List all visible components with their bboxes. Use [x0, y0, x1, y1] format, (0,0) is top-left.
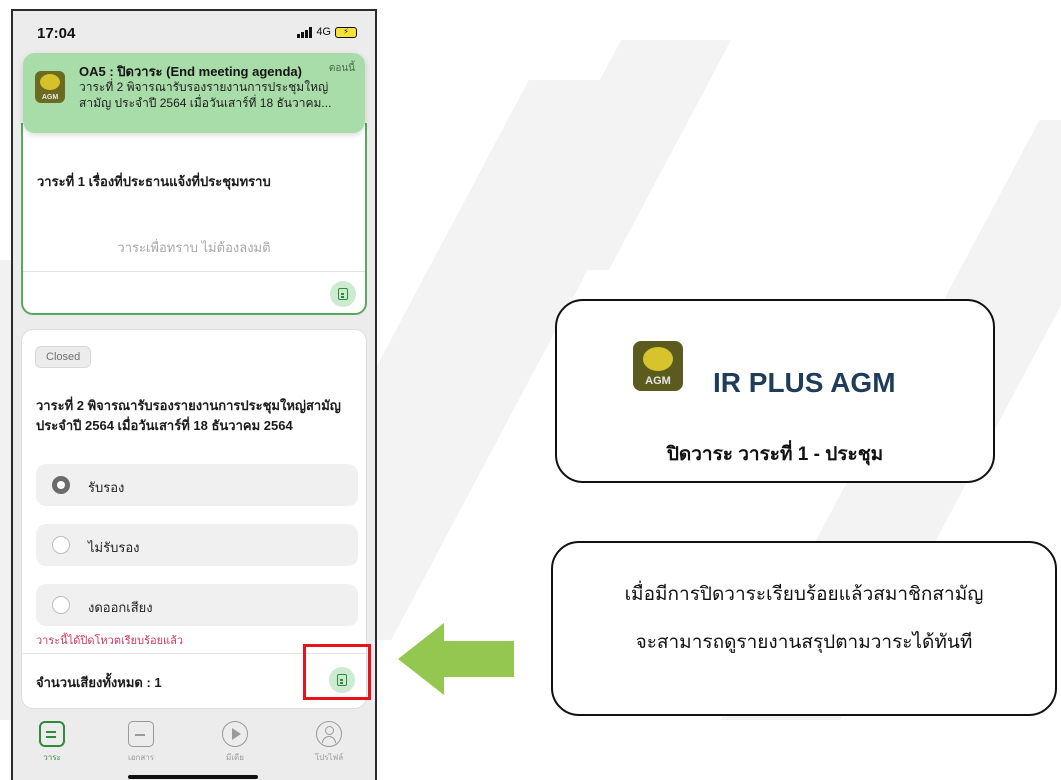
play-icon — [222, 721, 248, 747]
agenda-1-note: วาระเพื่อทราบ ไม่ต้องลงมติ — [117, 240, 271, 255]
notification-time: ตอนนี้ — [328, 63, 355, 74]
info-callout: เมื่อมีการปิดวาระเรียบร้อยแล้วสมาชิกสามั… — [551, 541, 1057, 716]
document-icon — [338, 288, 348, 300]
left-arrow-icon — [398, 623, 514, 695]
home-indicator — [128, 775, 258, 779]
highlight-box — [303, 644, 371, 700]
profile-icon — [316, 721, 342, 747]
slide: 17:04 4G ⚡ วาระที่ 1 เรื่องที่ประธานแจ้ง… — [0, 0, 1061, 780]
agenda-icon — [39, 721, 65, 747]
vote-option-label: งดออกเสียง — [88, 600, 153, 615]
agenda-2-title: วาระที่ 2 พิจารณารับรองรายงานการประชุมให… — [36, 398, 341, 433]
tab-media[interactable]: มีเดีย — [205, 721, 265, 764]
radio-icon[interactable] — [52, 536, 70, 554]
app-logo-text: AGM — [41, 94, 59, 101]
info-line-2: จะสามารถดูรายงานสรุปตามวาระได้ทันที — [635, 632, 973, 653]
radio-icon[interactable] — [52, 596, 70, 614]
status-badge: Closed — [35, 346, 92, 368]
folder-icon — [128, 721, 154, 747]
divider — [23, 271, 365, 272]
status-time: 17:04 — [37, 25, 76, 42]
tab-label: วาระ — [43, 753, 61, 762]
tab-documents[interactable]: เอกสาร — [111, 721, 171, 764]
agenda-1-report-button[interactable] — [330, 281, 356, 307]
vote-option-label: รับรอง — [88, 480, 125, 495]
tab-label: โปรไฟล์ — [314, 753, 344, 762]
agenda-card-1: วาระที่ 1 เรื่องที่ประธานแจ้งที่ประชุมทร… — [21, 123, 367, 315]
emblem-icon — [643, 347, 673, 371]
tab-profile[interactable]: โปรไฟล์ — [299, 721, 359, 764]
info-line-1: เมื่อมีการปิดวาระเรียบร้อยแล้วสมาชิกสามั… — [624, 584, 984, 605]
vote-option-reject[interactable]: ไม่รับรอง — [36, 524, 358, 566]
vote-option-approve[interactable]: รับรอง — [36, 464, 358, 506]
agenda-1-title: วาระที่ 1 เรื่องที่ประธานแจ้งที่ประชุมทร… — [37, 174, 271, 189]
vote-option-label: ไม่รับรอง — [88, 540, 140, 555]
battery-icon: ⚡ — [335, 26, 357, 38]
signal-icon — [297, 26, 313, 38]
tab-bar: วาระ เอกสาร มีเดีย โปรไฟล์ — [13, 711, 375, 780]
app-name: IR PLUS AGM — [713, 367, 896, 398]
app-callout: AGM IR PLUS AGM ปิดวาระ วาระที่ 1 - ประช… — [555, 299, 995, 483]
tab-label: เอกสาร — [127, 753, 155, 762]
notification-body: วาระที่ 2 พิจารณารับรองรายงานการประชุมให… — [79, 80, 332, 110]
arrow-shaft — [440, 641, 514, 677]
network-type: 4G — [316, 26, 331, 38]
app-logo-icon: AGM — [35, 71, 65, 103]
phone-screen: 17:04 4G ⚡ วาระที่ 1 เรื่องที่ประธานแจ้ง… — [11, 9, 377, 780]
app-callout-subtitle: ปิดวาระ วาระที่ 1 - ประชุม — [666, 444, 884, 465]
tab-label: มีเดีย — [226, 753, 244, 762]
arrow-head — [398, 623, 444, 695]
push-notification[interactable]: AGM OA5 : ปิดวาระ (End meeting agenda) ต… — [23, 53, 365, 133]
app-logo-text: AGM — [645, 375, 671, 387]
vote-option-abstain[interactable]: งดออกเสียง — [36, 584, 358, 626]
tab-agenda[interactable]: วาระ — [22, 721, 82, 764]
app-logo-icon: AGM — [633, 341, 683, 391]
radio-selected-icon[interactable] — [52, 476, 70, 494]
total-votes: จำนวนเสียงทั้งหมด : 1 — [36, 675, 162, 690]
status-indicators: 4G ⚡ — [297, 26, 357, 38]
vote-closed-message: วาระนี้ได้ปิดโหวตเรียบร้อยแล้ว — [36, 635, 184, 647]
emblem-icon — [40, 74, 60, 90]
